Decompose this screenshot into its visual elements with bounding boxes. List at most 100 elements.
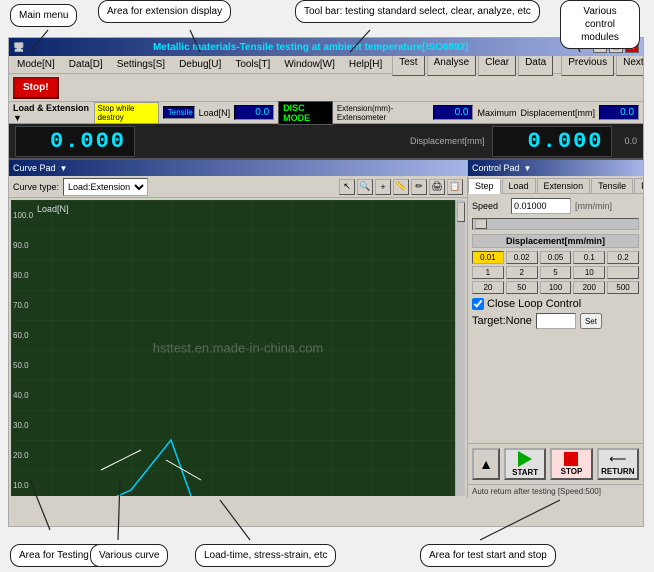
disc-mode-badge: DISC MODE [278, 101, 333, 125]
disp-btn-1[interactable]: 1 [472, 266, 504, 279]
disp-btn-005[interactable]: 0.05 [540, 251, 572, 264]
disp-btn-01[interactable]: 0.1 [573, 251, 605, 264]
app-window: 🖥 Metallic materials-Tensile testing at … [8, 37, 644, 527]
stop-button[interactable]: Stop! [13, 77, 59, 99]
disp-btn-5[interactable]: 5 [540, 266, 572, 279]
control-tabs: Step Load Extension Tensile Program [468, 176, 643, 194]
tab-extension[interactable]: Extension [537, 178, 591, 193]
curve-type-select[interactable]: Load:Extension [63, 178, 148, 196]
return-button[interactable]: ⟵ RETURN [597, 448, 639, 480]
return-icon: ⟵ [609, 452, 626, 466]
menu-debug[interactable]: Debug[U] [173, 58, 227, 71]
target-input[interactable] [536, 313, 576, 329]
zoom-in-tool[interactable]: + [375, 179, 391, 195]
status-section: Load & Extension ▼ [13, 103, 90, 123]
load-time-label: Load-time, stress-strain, etc [204, 550, 327, 561]
nav-up-button[interactable]: ▲ [472, 448, 500, 480]
menu-data[interactable]: Data[D] [63, 58, 109, 71]
draw-tool[interactable]: ✏ [411, 179, 427, 195]
svg-text:70.0: 70.0 [13, 301, 29, 310]
main-menu-label: Main menu [19, 10, 68, 21]
disp-btn-100[interactable]: 100 [540, 281, 572, 294]
cursor-tool[interactable]: ↖ [339, 179, 355, 195]
disp-btn-50[interactable]: 50 [506, 281, 538, 294]
annotation-toolbar: Tool bar: testing standard select, clear… [295, 0, 540, 23]
digital-display-right: 0.000 [492, 126, 612, 157]
main-toolbar: Stop! [9, 74, 643, 102]
print-tool[interactable]: 🖨 [429, 179, 445, 195]
copy-tool[interactable]: 📋 [447, 179, 463, 195]
toolbar-prev-btn[interactable]: Previous [561, 54, 614, 76]
target-row: Target:None Set [472, 313, 639, 329]
speed-input[interactable] [511, 198, 571, 214]
control-content: Speed [mm/min] Displacement[mm/min] 0.01… [468, 194, 643, 443]
menu-window[interactable]: Window[W] [278, 58, 341, 71]
speed-slider[interactable] [472, 218, 639, 230]
toolbar-clear-btn[interactable]: Clear [478, 54, 516, 76]
menu-help[interactable]: Help[H] [343, 58, 388, 71]
stop-icon [564, 452, 578, 466]
disp-btn-001[interactable]: 0.01 [472, 251, 504, 264]
svg-text:80.0: 80.0 [13, 271, 29, 280]
tab-program[interactable]: Program [634, 178, 644, 193]
displacement-right-value: 0.0 [624, 136, 637, 146]
annotation-extension-display: Area for extension display [98, 0, 231, 23]
curve-panel-icon: ▼ [60, 164, 68, 173]
menu-mode[interactable]: Mode[N] [11, 58, 61, 71]
toolbar-analyse-btn[interactable]: Analyse [427, 54, 477, 76]
disp-btn-empty1 [607, 266, 639, 279]
toolbar-next-btn[interactable]: Next [616, 54, 644, 76]
annotation-load-time: Load-time, stress-strain, etc [195, 544, 336, 567]
menu-settings[interactable]: Settings[S] [111, 58, 171, 71]
slider-thumb[interactable] [475, 219, 487, 229]
stop-action-label: STOP [561, 467, 583, 476]
curve-panel-title: Curve Pad [13, 163, 56, 173]
disp-btn-002[interactable]: 0.02 [506, 251, 538, 264]
annotation-various-control: Various control modules [560, 0, 640, 49]
zoom-tool[interactable]: 🔍 [357, 179, 373, 195]
tab-step[interactable]: Step [468, 178, 501, 194]
vertical-scrollbar[interactable] [455, 200, 465, 496]
load-value: 0.0 [234, 105, 274, 120]
action-buttons: ▲ START STOP ⟵ RETURN [468, 443, 643, 484]
disp-btn-2[interactable]: 2 [506, 266, 538, 279]
disp-btn-20[interactable]: 20 [472, 281, 504, 294]
stop-action-button[interactable]: STOP [550, 448, 592, 480]
tab-load[interactable]: Load [502, 178, 536, 193]
measure-tool[interactable]: 📏 [393, 179, 409, 195]
start-button[interactable]: START [504, 448, 546, 480]
target-set-button[interactable]: Set [580, 313, 602, 329]
target-label: Target:None [472, 315, 532, 327]
displacement-section-title: Displacement[mm/min] [472, 234, 639, 248]
disp-btn-02[interactable]: 0.2 [607, 251, 639, 264]
disp-btn-200[interactable]: 200 [573, 281, 605, 294]
menu-tools[interactable]: Tools[T] [229, 58, 276, 71]
toolbar-test-btn[interactable]: Test [392, 54, 424, 76]
annotation-start-stop: Area for test start and stop [420, 544, 556, 567]
digital-display-left: 0.000 [15, 126, 135, 157]
title-bar: 🖥 Metallic materials-Tensile testing at … [9, 38, 643, 56]
scrollbar-thumb[interactable] [457, 202, 465, 222]
speed-unit: [mm/min] [575, 201, 612, 211]
curve-type-label: Curve type: [13, 182, 59, 192]
disp-btn-10[interactable]: 10 [573, 266, 605, 279]
start-label: START [512, 468, 538, 477]
extension-label: Extension(mm)-Extensometer [337, 104, 430, 122]
svg-text:10.0: 10.0 [13, 481, 29, 490]
curve-panel: Curve Pad ▼ Curve type: Load:Extension ↖… [9, 160, 468, 498]
svg-text:30.0: 30.0 [13, 421, 29, 430]
start-icon [518, 451, 532, 467]
various-control-label: Various control modules [581, 6, 619, 43]
maximum-label: Maximum [477, 108, 516, 118]
curve-toolbar: Curve type: Load:Extension ↖ 🔍 + 📏 ✏ 🖨 📋 [9, 176, 467, 198]
auto-return-text: Auto return after testing [Speed:500] [468, 484, 643, 498]
graph-area: hsttest.en.made-in-china.com Load[N] 100… [11, 200, 465, 496]
menu-bar: Mode[N] Data[D] Settings[S] Debug[U] Too… [9, 56, 643, 74]
disp-btn-500[interactable]: 500 [607, 281, 639, 294]
start-stop-label: Area for test start and stop [429, 550, 547, 561]
toolbar-data-btn[interactable]: Data [518, 54, 553, 76]
return-label: RETURN [601, 467, 634, 476]
tab-tensile[interactable]: Tensile [591, 178, 633, 193]
svg-text:100.0: 100.0 [13, 211, 34, 220]
close-loop-checkbox[interactable] [472, 298, 484, 310]
